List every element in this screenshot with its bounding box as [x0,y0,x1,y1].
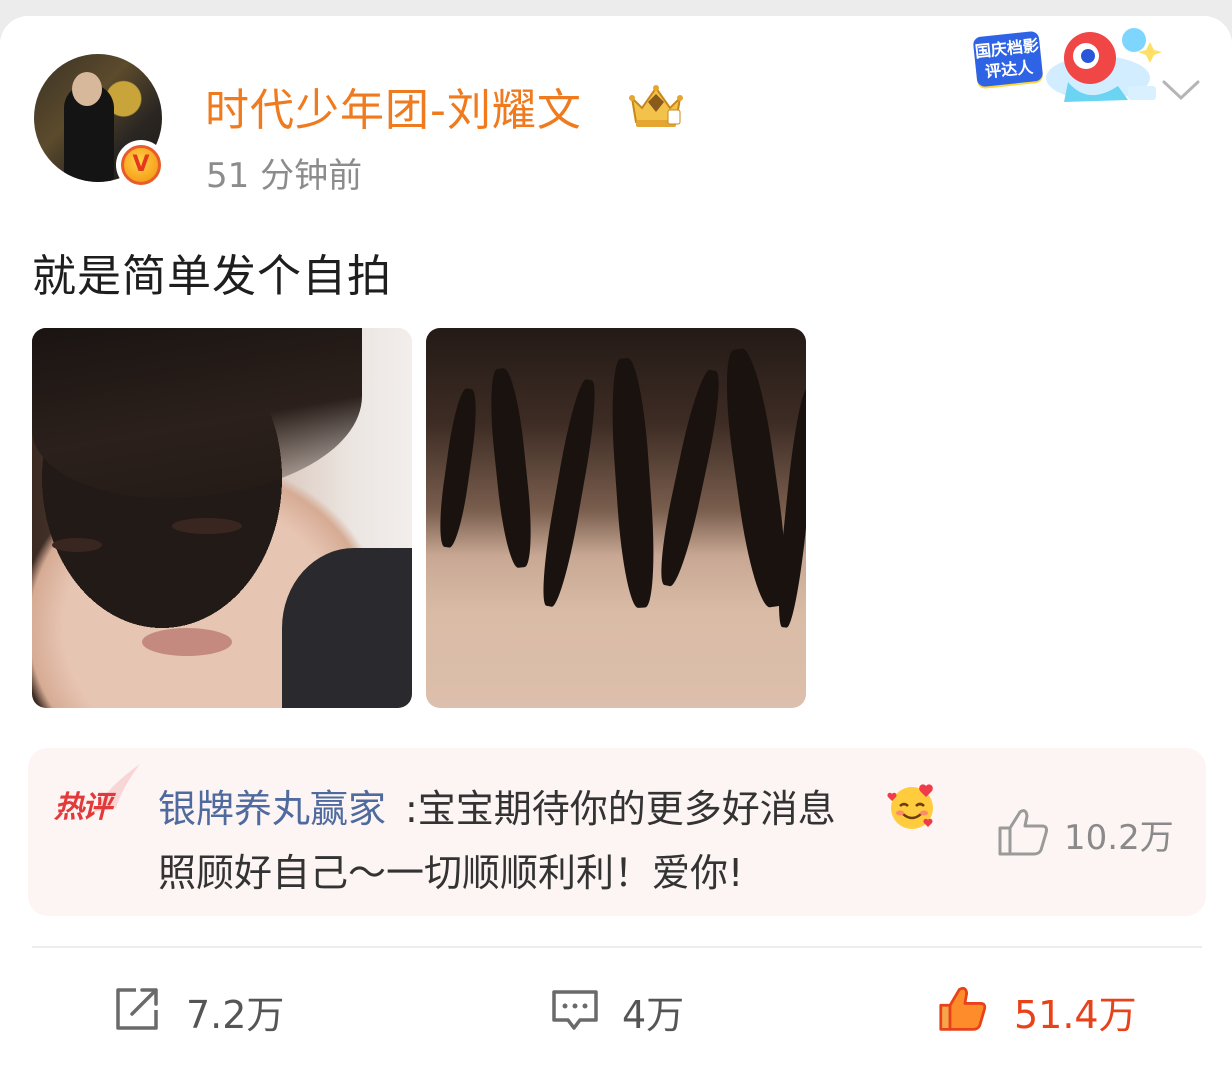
event-badge-label[interactable]: 国庆档影评达人 [972,30,1044,88]
hot-comment-author[interactable]: 银牌养丸赢家 [158,778,386,833]
like-count[interactable]: 51.4万 [1014,984,1137,1039]
chevron-down-icon[interactable] [1160,74,1202,106]
share-icon[interactable] [112,984,162,1034]
thumbs-up-filled-icon[interactable] [938,984,988,1034]
verified-badge-icon: V [116,140,166,190]
hot-comment-text: :宝宝期待你的更多好消息 [405,787,836,831]
comment-icon[interactable] [550,984,600,1034]
author-name[interactable]: 时代少年团-刘耀文 [205,74,582,136]
post-image-1[interactable] [32,328,412,708]
hot-comment-tag: 热评 [54,790,112,825]
divider [32,946,1202,948]
crown-icon [629,85,683,127]
post-image-2[interactable] [426,328,806,708]
post-time: 51 分钟前 [206,156,363,196]
repost-count[interactable]: 7.2万 [186,984,284,1039]
post-text: 就是简单发个自拍 [32,251,392,302]
comment-count[interactable]: 4万 [622,984,684,1039]
thumbs-up-icon[interactable] [996,806,1050,858]
hot-comment-like-count: 10.2万 [1064,818,1174,858]
hot-comment-text-line2: 照顾好自己～一切顺顺利利！爱你! [158,851,744,895]
smiling-hearts-emoji [887,784,933,829]
